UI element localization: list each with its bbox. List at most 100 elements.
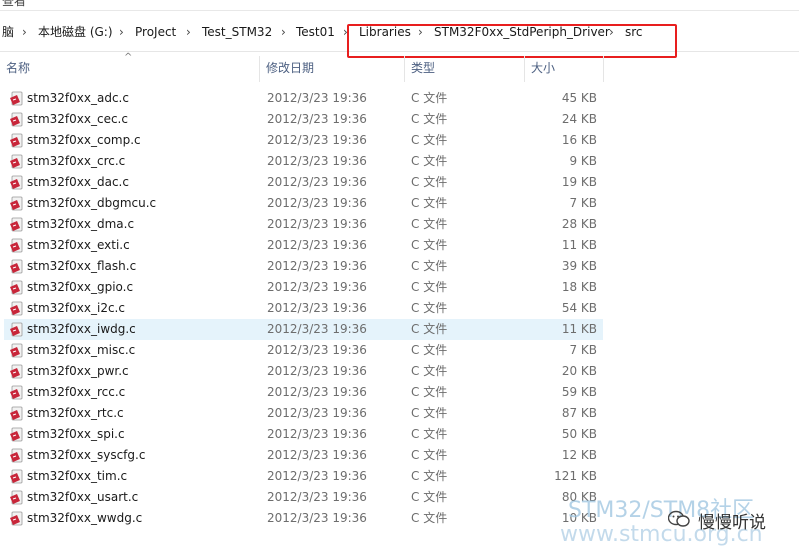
file-type: C 文件	[411, 469, 448, 483]
file-type: C 文件	[411, 343, 448, 357]
file-row[interactable]: stm32f0xx_dbgmcu.c 2012/3/23 19:36 C 文件 7 K…	[4, 193, 603, 214]
address-bar[interactable]: 脑 › 本地磁盘 (G:) › ProJect › Test_STM32 › T…	[0, 11, 799, 58]
file-name[interactable]: stm32f0xx_iwdg.c	[27, 319, 136, 340]
file-row[interactable]: stm32f0xx_pwr.c 2012/3/23 19:36 C 文件 20 KB	[4, 361, 603, 382]
file-row[interactable]: stm32f0xx_cec.c 2012/3/23 19:36 C 文件 24 KB	[4, 109, 603, 130]
file-name[interactable]: stm32f0xx_comp.c	[27, 130, 141, 151]
file-name[interactable]: stm32f0xx_gpio.c	[27, 277, 133, 298]
column-divider[interactable]	[603, 56, 604, 82]
file-name[interactable]: stm32f0xx_pwr.c	[27, 361, 129, 382]
file-size: 39 KB	[561, 259, 597, 273]
file-row[interactable]: stm32f0xx_gpio.c 2012/3/23 19:36 C 文件 18 KB	[4, 277, 603, 298]
file-row[interactable]: stm32f0xx_rcc.c 2012/3/23 19:36 C 文件 59 KB	[4, 382, 603, 403]
file-row[interactable]: stm32f0xx_misc.c 2012/3/23 19:36 C 文件 7 KB	[4, 340, 603, 361]
file-type: C 文件	[411, 154, 448, 168]
breadcrumb-computer[interactable]: 脑	[2, 23, 14, 41]
file-row[interactable]: stm32f0xx_adc.c 2012/3/23 19:36 C 文件 45 KB	[4, 88, 603, 109]
column-header-date[interactable]: 修改日期	[260, 52, 404, 84]
file-row[interactable]: stm32f0xx_wwdg.c 2012/3/23 19:36 C 文件 10 KB	[4, 508, 603, 529]
column-header-type[interactable]: 类型	[405, 52, 524, 84]
file-type: C 文件	[411, 385, 448, 399]
file-date: 2012/3/23 19:36	[267, 259, 367, 273]
file-row[interactable]: stm32f0xx_usart.c 2012/3/23 19:36 C 文件 80 K…	[4, 487, 603, 508]
file-type: C 文件	[411, 406, 448, 420]
breadcrumb-test-stm32[interactable]: Test_STM32	[202, 23, 272, 41]
c-source-file-icon	[10, 238, 23, 253]
file-name[interactable]: stm32f0xx_cec.c	[27, 109, 128, 130]
file-size: 9 KB	[569, 154, 597, 168]
breadcrumb-drive[interactable]: 本地磁盘 (G:)	[38, 23, 113, 41]
file-name[interactable]: stm32f0xx_dbgmcu.c	[27, 193, 156, 214]
breadcrumb-separator[interactable]: ›	[22, 23, 27, 41]
file-name[interactable]: stm32f0xx_i2c.c	[27, 298, 125, 319]
file-row[interactable]: stm32f0xx_exti.c 2012/3/23 19:36 C 文件 11 KB	[4, 235, 603, 256]
file-row[interactable]: stm32f0xx_i2c.c 2012/3/23 19:36 C 文件 54 KB	[4, 298, 603, 319]
file-size: 28 KB	[561, 217, 597, 231]
file-name[interactable]: stm32f0xx_misc.c	[27, 340, 135, 361]
file-size: 7 KB	[569, 196, 597, 210]
file-type: C 文件	[411, 112, 448, 126]
file-date: 2012/3/23 19:36	[267, 343, 367, 357]
file-size: 7 KB	[569, 343, 597, 357]
file-size: 20 KB	[561, 364, 597, 378]
c-source-file-icon	[10, 364, 23, 379]
file-name[interactable]: stm32f0xx_spi.c	[27, 424, 125, 445]
file-size: 11 KB	[561, 322, 597, 336]
file-type: C 文件	[411, 133, 448, 147]
file-size: 87 KB	[561, 406, 597, 420]
file-name[interactable]: stm32f0xx_syscfg.c	[27, 445, 145, 466]
file-row[interactable]: stm32f0xx_syscfg.c 2012/3/23 19:36 C 文件 12 …	[4, 445, 603, 466]
file-date: 2012/3/23 19:36	[267, 364, 367, 378]
file-name[interactable]: stm32f0xx_tim.c	[27, 466, 127, 487]
file-name[interactable]: stm32f0xx_rcc.c	[27, 382, 125, 403]
file-date: 2012/3/23 19:36	[267, 385, 367, 399]
breadcrumb-separator[interactable]: ›	[281, 23, 286, 41]
breadcrumb-project[interactable]: ProJect	[135, 23, 176, 41]
file-row[interactable]: stm32f0xx_iwdg.c 2012/3/23 19:36 C 文件 11 KB	[4, 319, 603, 340]
c-source-file-icon	[10, 343, 23, 358]
file-row[interactable]: stm32f0xx_comp.c 2012/3/23 19:36 C 文件 16 KB	[4, 130, 603, 151]
file-size: 18 KB	[561, 280, 597, 294]
c-source-file-icon	[10, 133, 23, 148]
file-date: 2012/3/23 19:36	[267, 406, 367, 420]
menu-fragment[interactable]: 查看	[2, 0, 26, 9]
file-type: C 文件	[411, 364, 448, 378]
file-name[interactable]: stm32f0xx_dac.c	[27, 172, 129, 193]
file-row[interactable]: stm32f0xx_rtc.c 2012/3/23 19:36 C 文件 87 KB	[4, 403, 603, 424]
file-size: 19 KB	[561, 175, 597, 189]
file-date: 2012/3/23 19:36	[267, 238, 367, 252]
file-date: 2012/3/23 19:36	[267, 490, 367, 504]
breadcrumb-separator[interactable]: ›	[186, 23, 191, 41]
file-name[interactable]: stm32f0xx_exti.c	[27, 235, 130, 256]
file-name[interactable]: stm32f0xx_crc.c	[27, 151, 125, 172]
file-row[interactable]: stm32f0xx_crc.c 2012/3/23 19:36 C 文件 9 KB	[4, 151, 603, 172]
file-date: 2012/3/23 19:36	[267, 91, 367, 105]
file-type: C 文件	[411, 91, 448, 105]
file-row[interactable]: stm32f0xx_dac.c 2012/3/23 19:36 C 文件 19 KB	[4, 172, 603, 193]
file-row[interactable]: stm32f0xx_tim.c 2012/3/23 19:36 C 文件 121 KB	[4, 466, 603, 487]
column-header-size[interactable]: 大小	[525, 52, 603, 84]
file-size: 45 KB	[561, 91, 597, 105]
file-name[interactable]: stm32f0xx_flash.c	[27, 256, 136, 277]
c-source-file-icon	[10, 259, 23, 274]
file-name[interactable]: stm32f0xx_usart.c	[27, 487, 138, 508]
file-type: C 文件	[411, 490, 448, 504]
file-date: 2012/3/23 19:36	[267, 280, 367, 294]
watermark-brand: 慢慢听说	[668, 506, 788, 534]
breadcrumb-separator[interactable]: ›	[119, 23, 124, 41]
c-source-file-icon	[10, 154, 23, 169]
file-size: 121 KB	[554, 469, 597, 483]
file-date: 2012/3/23 19:36	[267, 448, 367, 462]
file-name[interactable]: stm32f0xx_wwdg.c	[27, 508, 142, 529]
wechat-icon	[668, 510, 690, 527]
file-name[interactable]: stm32f0xx_adc.c	[27, 88, 129, 109]
file-size: 16 KB	[561, 133, 597, 147]
file-row[interactable]: stm32f0xx_dma.c 2012/3/23 19:36 C 文件 28 KB	[4, 214, 603, 235]
file-row[interactable]: stm32f0xx_flash.c 2012/3/23 19:36 C 文件 39 K…	[4, 256, 603, 277]
file-name[interactable]: stm32f0xx_rtc.c	[27, 403, 124, 424]
c-source-file-icon	[10, 301, 23, 316]
file-name[interactable]: stm32f0xx_dma.c	[27, 214, 134, 235]
column-header-name[interactable]: 名称	[0, 52, 259, 84]
breadcrumb-test01[interactable]: Test01	[296, 23, 335, 41]
file-row[interactable]: stm32f0xx_spi.c 2012/3/23 19:36 C 文件 50 KB	[4, 424, 603, 445]
